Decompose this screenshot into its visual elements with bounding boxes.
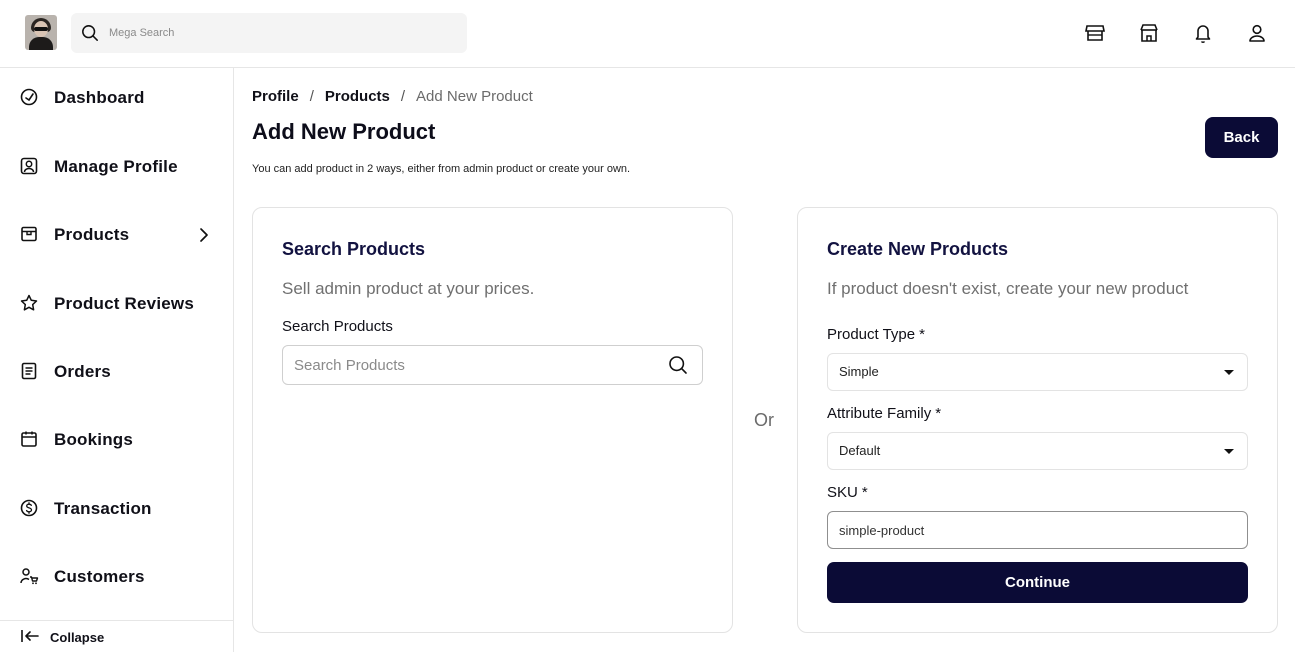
- search-icon[interactable]: [668, 355, 688, 375]
- sidebar-item-label: Dashboard: [54, 88, 145, 107]
- customers-cart-icon: [20, 568, 39, 585]
- sidebar-item-manage-profile[interactable]: Manage Profile: [0, 145, 233, 189]
- sidebar-item-orders[interactable]: Orders: [0, 350, 233, 394]
- breadcrumb-profile[interactable]: Profile: [252, 88, 299, 105]
- page-title: Add New Product: [252, 119, 436, 144]
- continue-button[interactable]: Continue: [827, 562, 1248, 603]
- sidebar-item-label: Orders: [54, 362, 111, 381]
- sidebar-item-label: Bookings: [54, 430, 134, 449]
- store-product-icon: [21, 226, 37, 242]
- caret-down-icon: [1224, 449, 1234, 454]
- attribute-family-label-text: Attribute Family: [827, 405, 932, 422]
- sidebar-item-customers[interactable]: Customers: [0, 555, 233, 599]
- shop-building-icon[interactable]: [1138, 22, 1160, 44]
- breadcrumb-separator: /: [309, 87, 314, 105]
- search-card-subtitle: Sell admin product at your prices.: [282, 279, 535, 298]
- user-avatar-logo[interactable]: [25, 15, 57, 50]
- required-mark: *: [919, 326, 925, 343]
- required-mark: *: [861, 484, 868, 501]
- orders-list-icon: [21, 362, 37, 380]
- user-account-icon[interactable]: [1246, 22, 1268, 44]
- back-button[interactable]: Back: [1205, 117, 1278, 158]
- dollar-circle-icon: [20, 499, 38, 517]
- sku-label-text: SKU: [827, 484, 858, 501]
- breadcrumb: Profile / Products / Add New Product: [252, 86, 533, 106]
- chevron-right-icon[interactable]: [196, 226, 212, 244]
- required-mark: *: [935, 405, 942, 422]
- create-card-subtitle: If product doesn't exist, create your ne…: [827, 279, 1189, 298]
- storefront-icon[interactable]: [1084, 22, 1106, 44]
- sidebar-item-bookings[interactable]: Bookings: [0, 418, 233, 462]
- product-type-select[interactable]: Simple: [827, 353, 1248, 391]
- create-products-card: Create New Products If product doesn't e…: [797, 207, 1278, 633]
- search-products-field[interactable]: [282, 345, 703, 385]
- sidebar: Dashboard Manage Profile Products Produc…: [0, 68, 234, 652]
- breadcrumb-current: Add New Product: [416, 87, 533, 105]
- sidebar-item-product-reviews[interactable]: Product Reviews: [0, 282, 233, 326]
- mega-search-bar[interactable]: [71, 13, 467, 53]
- sku-input[interactable]: [827, 511, 1248, 549]
- sidebar-item-dashboard[interactable]: Dashboard: [0, 76, 233, 120]
- sidebar-item-products[interactable]: Products: [0, 213, 233, 257]
- calendar-icon: [21, 431, 37, 447]
- attribute-family-label: Attribute Family *: [827, 405, 941, 422]
- breadcrumb-products[interactable]: Products: [325, 88, 390, 105]
- avatar-glasses: [34, 27, 48, 31]
- create-card-title: Create New Products: [827, 239, 1009, 259]
- search-products-card: Search Products Sell admin product at yo…: [252, 207, 733, 633]
- attribute-family-value: Default: [839, 443, 881, 458]
- breadcrumb-separator: /: [400, 87, 406, 105]
- search-icon: [82, 25, 98, 41]
- sidebar-item-label: Product Reviews: [54, 294, 194, 313]
- bell-icon[interactable]: [1192, 22, 1214, 44]
- sku-label: SKU *: [827, 484, 868, 501]
- top-header: [0, 0, 1295, 68]
- dashboard-gauge-icon: [20, 88, 38, 106]
- collapse-arrow-icon: [21, 630, 39, 642]
- sidebar-item-transaction[interactable]: Transaction: [0, 487, 233, 531]
- page-subtitle: You can add product in 2 ways, either fr…: [252, 163, 631, 175]
- sidebar-item-label: Products: [54, 225, 130, 244]
- product-type-value: Simple: [839, 364, 879, 379]
- or-divider-label: Or: [754, 410, 774, 430]
- avatar-body: [29, 37, 53, 50]
- star-icon: [20, 294, 38, 311]
- collapse-label: Collapse: [50, 630, 105, 645]
- profile-card-icon: [20, 157, 38, 175]
- caret-down-icon: [1224, 370, 1234, 375]
- search-card-title: Search Products: [282, 239, 426, 259]
- search-products-label: Search Products: [282, 318, 393, 335]
- sidebar-collapse-button[interactable]: Collapse: [0, 620, 233, 652]
- product-type-label-text: Product Type: [827, 326, 916, 343]
- search-products-input[interactable]: [294, 346, 664, 384]
- sidebar-item-label: Customers: [54, 567, 145, 586]
- sidebar-item-label: Manage Profile: [54, 157, 178, 176]
- product-type-label: Product Type *: [827, 326, 925, 343]
- attribute-family-select[interactable]: Default: [827, 432, 1248, 470]
- mega-search-input[interactable]: [109, 13, 459, 53]
- sidebar-item-label: Transaction: [54, 499, 152, 518]
